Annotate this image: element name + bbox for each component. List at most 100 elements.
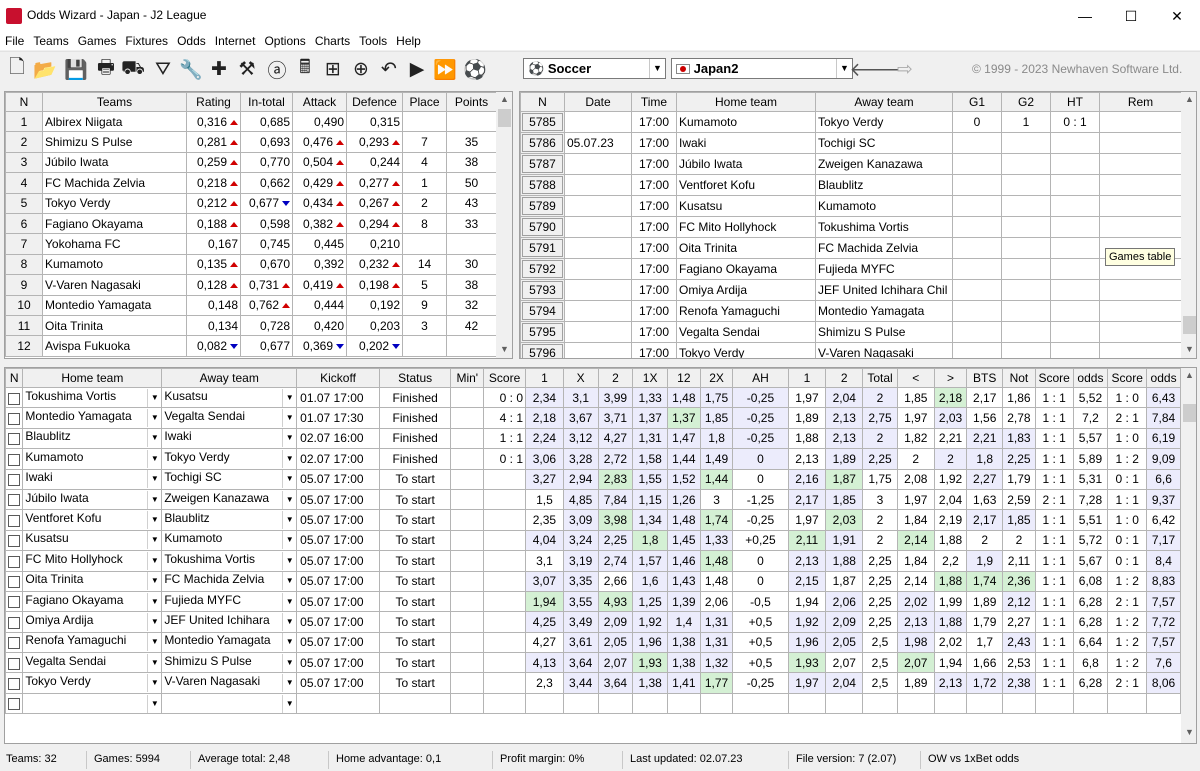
games-col-header[interactable]: Away team <box>815 92 953 112</box>
teams-row[interactable]: 5 Tokyo Verdy 0,212 0,677 0,434 0,267 2 43 <box>5 192 497 214</box>
fixture-row[interactable]: Tokushima Vortis ▼ Kusatsu ▼ 01.07 17:00 Fini… <box>5 386 1181 409</box>
games-row[interactable]: 5788 17:00 Ventforet Kofu Blaublitz <box>520 174 1182 196</box>
chevron-down-icon[interactable]: ▼ <box>282 388 296 407</box>
games-row[interactable]: 5785 17:00 Kumamoto Tokyo Verdy 0 1 0 : 1 <box>520 111 1182 133</box>
minimize-button[interactable]: — <box>1062 0 1108 32</box>
row-checkbox-cell[interactable] <box>5 692 24 715</box>
fixture-row[interactable]: Montedio Yamagata ▼ Vegalta Sendai ▼ 01.07 1… <box>5 407 1181 429</box>
menu-options[interactable]: Options <box>259 32 309 48</box>
games-col-header[interactable]: HT <box>1050 92 1100 112</box>
chevron-down-icon[interactable]: ▼ <box>147 572 161 591</box>
fixtures-col-header[interactable]: Away team <box>161 368 298 388</box>
fixture-row[interactable]: Ventforet Kofu ▼ Blaublitz ▼ 05.07 17:00 To s… <box>5 509 1181 531</box>
teams-row[interactable]: 7 Yokohama FC 0,167 0,745 0,445 0,210 <box>5 233 497 255</box>
chevron-down-icon[interactable]: ▼ <box>282 633 296 652</box>
play-icon[interactable]: ▶ <box>404 56 430 82</box>
fixtures-col-header[interactable]: 1 <box>787 368 827 388</box>
home-team-select[interactable]: Renofa Yamaguchi ▼ <box>25 633 161 652</box>
teams-col-header[interactable]: Attack <box>292 92 347 112</box>
teams-col-header[interactable]: In-total <box>240 92 293 112</box>
chevron-down-icon[interactable]: ▼ <box>147 592 161 611</box>
teams-row[interactable]: 1 Albirex Niigata 0,316 0,685 0,490 0,315 <box>5 110 497 133</box>
games-col-header[interactable]: Home team <box>676 92 816 112</box>
chevron-down-icon[interactable]: ▼ <box>147 674 161 693</box>
teams-row[interactable]: 9 V-Varen Nagasaki 0,128 0,731 0,419 0,198 5 38 <box>5 274 497 296</box>
fixtures-col-header[interactable]: odds <box>1146 368 1181 388</box>
fixtures-col-header[interactable]: 12 <box>667 368 701 388</box>
away-team-select[interactable]: Montedio Yamagata ▼ <box>164 633 296 652</box>
teams-row[interactable]: 3 Júbilo Iwata 0,259 0,770 0,504 0,244 4 38 <box>5 151 497 174</box>
row-checkbox[interactable] <box>8 494 21 507</box>
menu-odds[interactable]: Odds <box>172 32 210 48</box>
back-arrow-icon[interactable]: 🡐 <box>850 56 901 82</box>
scroll-up-icon[interactable]: ▲ <box>496 94 512 104</box>
row-checkbox-cell[interactable] <box>5 407 24 429</box>
away-team-select[interactable]: Kumamoto ▼ <box>164 531 296 550</box>
fixture-row[interactable]: Renofa Yamaguchi ▼ Montedio Yamagata ▼ 05.07… <box>5 631 1181 654</box>
games-row[interactable]: 5791 17:00 Oita Trinita FC Machida Zelvia <box>520 237 1182 259</box>
chevron-down-icon[interactable]: ▼ <box>147 511 161 530</box>
row-checkbox[interactable] <box>8 392 21 405</box>
games-row[interactable]: 5796 17:00 Tokyo Verdy V-Varen Nagasaki <box>520 342 1182 358</box>
games-col-header[interactable]: Rem <box>1099 92 1182 112</box>
chevron-down-icon[interactable]: ▼ <box>147 409 161 428</box>
teams-row[interactable]: 10 Montedio Yamagata 0,148 0,762 0,444 0,192 9… <box>5 294 497 316</box>
game-number-button[interactable]: 5794 <box>522 302 563 320</box>
menu-file[interactable]: File <box>0 32 28 48</box>
fixture-row[interactable]: Júbilo Iwata ▼ Zweigen Kanazawa ▼ 05.07 17:0… <box>5 488 1181 511</box>
row-checkbox[interactable] <box>8 596 21 609</box>
chevron-down-icon[interactable]: ▼ <box>147 653 161 672</box>
game-number-button[interactable]: 5792 <box>522 260 563 278</box>
game-number-button[interactable]: 5785 <box>522 113 563 131</box>
fixture-row-empty[interactable]: ▼ ▼ <box>5 692 1181 715</box>
row-checkbox-cell[interactable] <box>5 550 24 572</box>
row-checkbox-cell[interactable] <box>5 509 24 531</box>
maximize-button[interactable]: ☐ <box>1108 0 1154 32</box>
games-row[interactable]: 5787 17:00 Júbilo Iwata Zweigen Kanazawa <box>520 153 1182 175</box>
row-checkbox-cell[interactable] <box>5 672 24 694</box>
home-team-select[interactable]: ▼ <box>25 694 161 713</box>
away-team-select[interactable]: Tokyo Verdy ▼ <box>164 449 296 468</box>
scroll-down-icon[interactable]: ▼ <box>496 344 512 354</box>
chevron-down-icon[interactable]: ▼ <box>147 612 161 631</box>
game-number-button[interactable]: 5793 <box>522 281 563 299</box>
game-number-button[interactable]: 5787 <box>522 155 563 173</box>
teams-col-header[interactable]: Place <box>402 92 447 112</box>
scroll-up-icon[interactable]: ▲ <box>1181 370 1196 380</box>
fixtures-col-header[interactable]: Score <box>483 368 527 388</box>
game-number-button[interactable]: 5796 <box>522 344 563 358</box>
away-team-select[interactable]: Vegalta Sendai ▼ <box>164 409 296 428</box>
away-team-select[interactable]: Tokushima Vortis ▼ <box>164 551 296 570</box>
fixtures-col-header[interactable]: < <box>896 368 935 388</box>
row-checkbox[interactable] <box>8 616 21 629</box>
fixture-row[interactable]: Kusatsu ▼ Kumamoto ▼ 05.07 17:00 To start 4,04… <box>5 529 1181 552</box>
games-scrollbar[interactable]: ▲ ▼ <box>1181 92 1196 358</box>
menu-fixtures[interactable]: Fixtures <box>120 32 172 48</box>
fixtures-col-header[interactable]: Kickoff <box>296 368 380 388</box>
chevron-down-icon[interactable]: ▼ <box>282 511 296 530</box>
chevron-down-icon[interactable]: ▼ <box>147 429 161 448</box>
chevron-down-icon[interactable]: ▼ <box>147 470 161 489</box>
home-team-select[interactable]: Júbilo Iwata ▼ <box>25 490 161 509</box>
fixtures-col-header[interactable]: Score <box>1034 368 1074 388</box>
calculator-icon[interactable]: 🖩 <box>292 56 318 82</box>
home-team-select[interactable]: Tokushima Vortis ▼ <box>25 388 161 407</box>
teams-row[interactable]: 6 Fagiano Okayama 0,188 0,598 0,382 0,294 8 33 <box>5 212 497 235</box>
away-team-select[interactable]: Fujieda MYFC ▼ <box>164 592 296 611</box>
away-team-select[interactable]: Iwaki ▼ <box>164 429 296 448</box>
fixtures-scrollbar[interactable]: ▲ ▼ <box>1181 368 1196 743</box>
chevron-down-icon[interactable]: ▼ <box>282 572 296 591</box>
chevron-down-icon[interactable]: ▼ <box>282 551 296 570</box>
games-row[interactable]: 5789 17:00 Kusatsu Kumamoto <box>520 195 1182 217</box>
row-checkbox[interactable] <box>8 576 21 589</box>
home-team-select[interactable]: Vegalta Sendai ▼ <box>25 653 161 672</box>
open-folder-icon[interactable]: 📂 <box>32 56 58 82</box>
games-row[interactable]: 5793 17:00 Omiya Ardija JEF United Ichihara… <box>520 279 1182 301</box>
forward-arrow-icon[interactable]: ⇨ <box>892 56 918 82</box>
teams-col-header[interactable]: Defence <box>346 92 403 112</box>
row-checkbox-cell[interactable] <box>5 590 24 613</box>
scroll-thumb[interactable] <box>1183 404 1196 422</box>
save-icon[interactable]: 💾 <box>63 56 89 82</box>
fixtures-col-header[interactable]: Not <box>1002 368 1036 388</box>
away-team-select[interactable]: V-Varen Nagasaki ▼ <box>164 674 296 693</box>
